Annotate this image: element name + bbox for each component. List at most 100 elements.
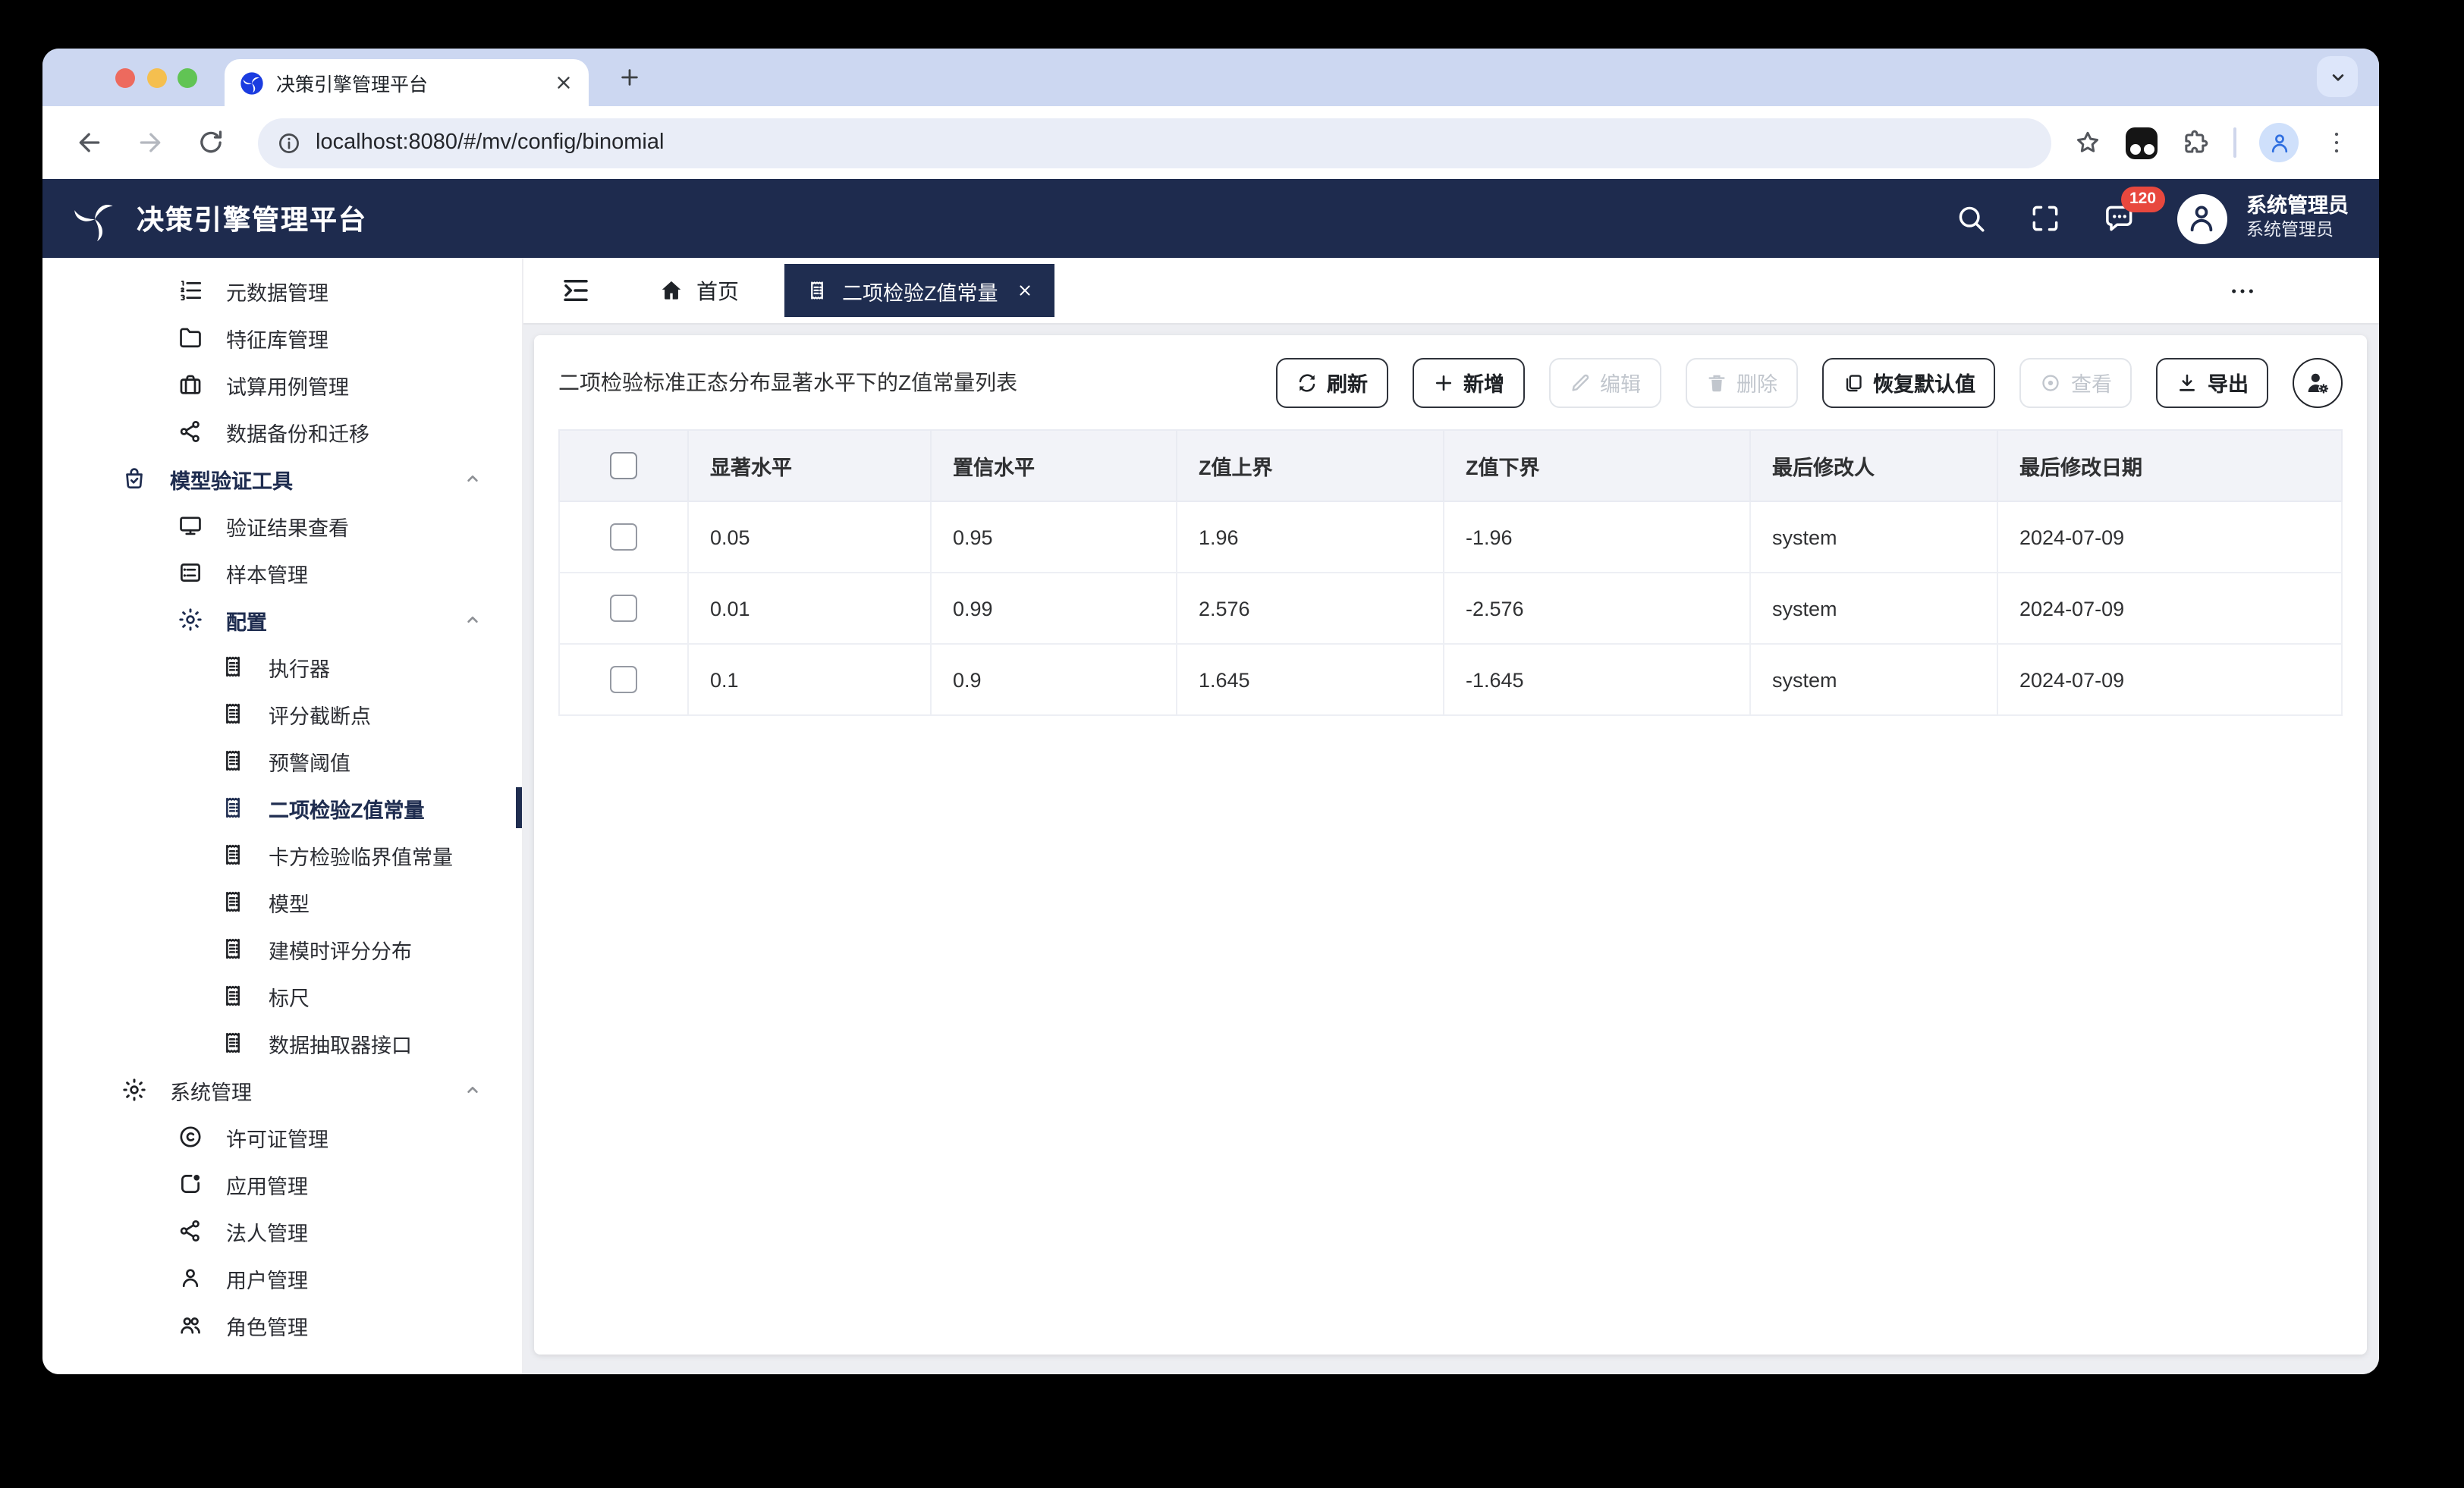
row-checkbox[interactable] (610, 523, 637, 551)
content-card: 二项检验标准正态分布显著水平下的Z值常量列表 刷新 新增 (534, 335, 2367, 1355)
sidebar-item-label: 预警阈值 (269, 746, 350, 776)
sidebar-item-ruler[interactable]: 标尺 (42, 972, 522, 1019)
browser-menu-icon[interactable] (2321, 127, 2352, 158)
search-icon[interactable] (1953, 202, 1987, 235)
sidebar-item-label: 评分截断点 (269, 698, 371, 729)
new-tab-button[interactable] (613, 61, 646, 94)
users-icon (178, 1312, 203, 1338)
cell-significance: 0.1 (688, 644, 931, 715)
sidebar-item-label: 试算用例管理 (226, 369, 349, 400)
sidebar-item-warning-threshold[interactable]: 预警阈值 (42, 737, 522, 784)
home-icon (658, 278, 684, 303)
sidebar-item-modeling-score-dist[interactable]: 建模时评分分布 (42, 925, 522, 972)
table-row[interactable]: 0.1 0.9 1.645 -1.645 system 2024-07-09 (559, 644, 2342, 715)
table-row[interactable]: 0.05 0.95 1.96 -1.96 system 2024-07-09 (559, 501, 2342, 573)
close-tab-icon[interactable] (554, 73, 574, 93)
sidebar-item-data-backup[interactable]: 数据备份和迁移 (42, 408, 522, 455)
tab-options-ellipsis-icon[interactable] (2227, 275, 2258, 306)
edit-button[interactable]: 编辑 (1548, 357, 1661, 407)
user-info[interactable]: 系统管理员 系统管理员 (2246, 195, 2349, 243)
export-button[interactable]: 导出 (2156, 357, 2268, 407)
chevron-up-icon[interactable] (463, 469, 482, 488)
download-icon (2176, 371, 2198, 394)
address-bar[interactable]: localhost:8080/#/mv/config/binomial (258, 118, 2051, 168)
sidebar-group-system-management[interactable]: 系统管理 (42, 1066, 522, 1113)
sidebar-nav: 元数据管理 特征库管理 试算用例管理 数据备份和迁移 模型验证工具 (42, 258, 523, 1374)
forward-button[interactable] (124, 117, 176, 168)
list-title: 二项检验标准正态分布显著水平下的Z值常量列表 (558, 367, 1017, 397)
eye-icon (2039, 371, 2062, 394)
extension-icon[interactable] (2126, 127, 2158, 159)
sidebar-item-label: 数据抽取器接口 (269, 1028, 412, 1058)
row-checkbox[interactable] (610, 666, 637, 693)
tab-title: 决策引擎管理平台 (276, 68, 542, 97)
browser-tab[interactable]: 决策引擎管理平台 (225, 59, 589, 106)
sidebar-item-application-management[interactable]: 应用管理 (42, 1160, 522, 1207)
cell-confidence: 0.95 (931, 501, 1177, 573)
sidebar-group-model-validation[interactable]: 模型验证工具 (42, 455, 522, 502)
column-header: Z值下界 (1444, 430, 1750, 501)
sidebar-group-config[interactable]: 配置 (42, 596, 522, 643)
fullscreen-icon[interactable] (2028, 202, 2061, 235)
reload-button[interactable] (185, 117, 237, 168)
table-row[interactable]: 0.01 0.99 2.576 -2.576 system 2024-07-09 (559, 573, 2342, 644)
gear-icon (121, 1077, 147, 1103)
column-header: 置信水平 (931, 430, 1177, 501)
sidebar-item-role-management[interactable]: 角色管理 (42, 1301, 522, 1348)
column-settings-button[interactable] (2293, 357, 2343, 407)
sidebar-item-metadata-management[interactable]: 元数据管理 (42, 267, 522, 314)
app-icon (178, 1171, 203, 1197)
view-button[interactable]: 查看 (2019, 357, 2132, 407)
sidebar-item-license-management[interactable]: 许可证管理 (42, 1113, 522, 1160)
receipt-icon (220, 983, 246, 1009)
sidebar-item-feature-library[interactable]: 特征库管理 (42, 314, 522, 361)
back-button[interactable] (64, 117, 115, 168)
card-header: 二项检验标准正态分布显著水平下的Z值常量列表 刷新 新增 (558, 335, 2343, 429)
close-tab-icon[interactable] (1017, 282, 1033, 299)
refresh-button[interactable]: 刷新 (1275, 357, 1388, 407)
extensions-puzzle-icon[interactable] (2180, 127, 2211, 158)
user-avatar[interactable] (2176, 193, 2227, 243)
sidebar-item-label: 元数据管理 (226, 275, 328, 306)
active-tab-label: 二项检验Z值常量 (842, 275, 998, 306)
collapse-sidebar-icon[interactable] (560, 275, 592, 306)
sidebar-item-executor[interactable]: 执行器 (42, 643, 522, 690)
row-checkbox[interactable] (610, 595, 637, 622)
column-header: Z值上界 (1177, 430, 1444, 501)
sidebar-item-model[interactable]: 模型 (42, 878, 522, 925)
select-all-checkbox[interactable] (610, 452, 637, 479)
chevron-up-icon[interactable] (463, 610, 482, 629)
messages-icon[interactable]: 120 (2102, 202, 2136, 235)
column-header: 最后修改人 (1750, 430, 1997, 501)
sidebar-item-user-management[interactable]: 用户管理 (42, 1254, 522, 1301)
close-window-button[interactable] (115, 67, 135, 87)
chevron-up-icon[interactable] (463, 1080, 482, 1100)
zoom-window-button[interactable] (178, 67, 197, 87)
tab-search-button[interactable] (2317, 56, 2358, 97)
sidebar-item-chisquare-constants[interactable]: 卡方检验临界值常量 (42, 831, 522, 878)
delete-button[interactable]: 删除 (1685, 357, 1797, 407)
sidebar-item-sample-management[interactable]: 样本管理 (42, 549, 522, 596)
site-info-icon[interactable] (276, 130, 302, 155)
add-button[interactable]: 新增 (1412, 357, 1524, 407)
restore-defaults-button[interactable]: 恢复默认值 (1821, 357, 1995, 407)
minimize-window-button[interactable] (146, 67, 166, 87)
browser-profile-avatar[interactable] (2259, 123, 2299, 162)
breadcrumb-home[interactable]: 首页 (658, 275, 739, 306)
sidebar-item-legal-entity-management[interactable]: 法人管理 (42, 1207, 522, 1254)
receipt-icon (220, 701, 246, 727)
sidebar-item-binomial-z-constants[interactable]: 二项检验Z值常量 (42, 784, 522, 831)
sidebar-item-validation-results[interactable]: 验证结果查看 (42, 502, 522, 549)
sidebar-item-label: 许可证管理 (226, 1122, 328, 1152)
user-role: 系统管理员 (2246, 221, 2349, 243)
sidebar-item-trial-cases[interactable]: 试算用例管理 (42, 361, 522, 408)
app-logo-swirl-icon (73, 196, 117, 240)
active-indicator (516, 787, 522, 828)
sidebar-item-data-extractor-api[interactable]: 数据抽取器接口 (42, 1019, 522, 1066)
cell-modified-by: system (1750, 573, 1997, 644)
table-header-row: 显著水平 置信水平 Z值上界 Z值下界 最后修改人 最后修改日期 (559, 430, 2342, 501)
sidebar-item-label: 标尺 (269, 981, 310, 1011)
sidebar-item-score-cutoff[interactable]: 评分截断点 (42, 690, 522, 737)
bookmark-star-icon[interactable] (2073, 127, 2103, 158)
active-page-tab[interactable]: 二项检验Z值常量 (784, 264, 1054, 317)
